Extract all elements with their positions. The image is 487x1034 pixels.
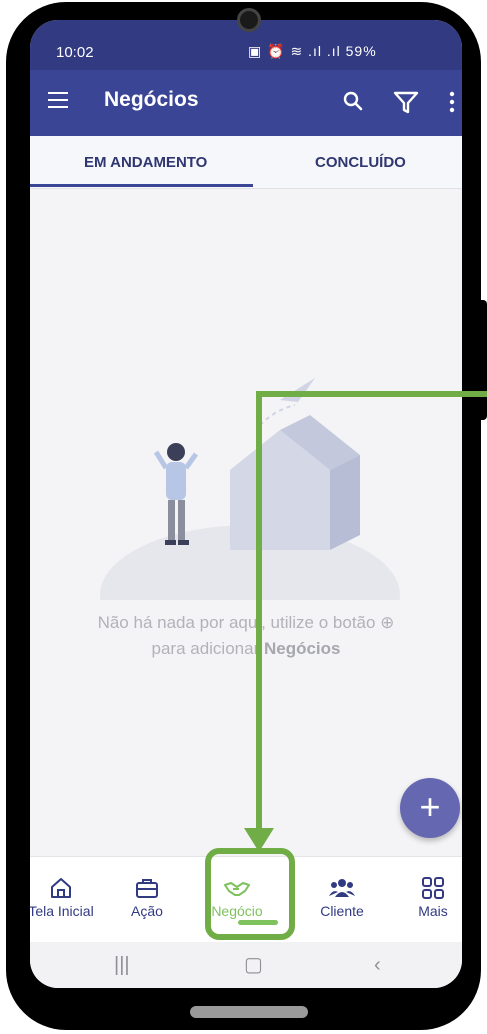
recent-apps-icon[interactable]: ||| xyxy=(114,954,130,977)
menu-icon[interactable] xyxy=(48,92,68,108)
nav-label-tela-inicial: Tela Inicial xyxy=(30,903,94,919)
callout-highlight-box xyxy=(205,848,295,940)
nav-label-cliente: Cliente xyxy=(320,903,364,919)
status-icons: ▣ ⏰ ≋ .ıl .ıl 59% xyxy=(248,43,377,60)
phone-bottom-bar xyxy=(190,1006,308,1018)
phone-frame: 10:02 ▣ ⏰ ≋ .ıl .ıl 59% Negócios EM ANDA… xyxy=(0,0,487,1034)
tab-indicator xyxy=(30,184,253,187)
filter-icon[interactable] xyxy=(392,88,420,116)
status-time: 10:02 xyxy=(56,44,94,61)
search-icon[interactable] xyxy=(342,90,364,112)
home-button-icon[interactable]: ▢ xyxy=(244,952,263,977)
callout-line-vertical xyxy=(256,391,262,831)
back-icon[interactable]: ‹ xyxy=(374,954,381,977)
empty-state-line2-prefix: para adicionar xyxy=(151,639,264,658)
nav-item-acao[interactable]: Ação xyxy=(104,875,190,919)
nav-label-acao: Ação xyxy=(131,903,163,919)
nav-item-cliente[interactable]: Cliente xyxy=(299,875,385,919)
briefcase-icon xyxy=(136,879,158,898)
empty-state-message: Não há nada por aqui, utilize o botão ⊕ … xyxy=(30,610,462,662)
empty-state-line2: para adicionar Negócios xyxy=(30,636,462,662)
empty-state-line1: Não há nada por aqui, utilize o botão ⊕ xyxy=(97,613,395,632)
tab-bar: EM ANDAMENTO CONCLUÍDO xyxy=(30,136,462,189)
add-button[interactable]: + xyxy=(400,778,460,838)
empty-state-line2-bold: Negócios xyxy=(263,639,341,658)
phone-side-button xyxy=(477,300,487,420)
tab-concluido[interactable]: CONCLUÍDO xyxy=(315,154,406,171)
page-title: Negócios xyxy=(104,88,199,111)
battery-level: 59% xyxy=(345,43,377,59)
grid-icon xyxy=(422,877,444,899)
status-glyphs: ▣ ⏰ ≋ .ıl .ıl xyxy=(248,43,346,59)
system-navigation-bar: ||| ▢ ‹ xyxy=(30,942,462,988)
nav-label-mais: Mais xyxy=(418,903,448,919)
people-icon xyxy=(329,879,355,897)
nav-item-tela-inicial[interactable]: Tela Inicial xyxy=(30,875,104,919)
callout-line-horizontal xyxy=(256,391,487,397)
app-bar: Negócios xyxy=(30,70,462,136)
front-camera xyxy=(237,8,261,32)
tab-em-andamento[interactable]: EM ANDAMENTO xyxy=(84,154,207,171)
nav-item-mais[interactable]: Mais xyxy=(390,875,462,919)
more-options-icon[interactable] xyxy=(448,90,456,114)
home-icon xyxy=(51,878,71,898)
